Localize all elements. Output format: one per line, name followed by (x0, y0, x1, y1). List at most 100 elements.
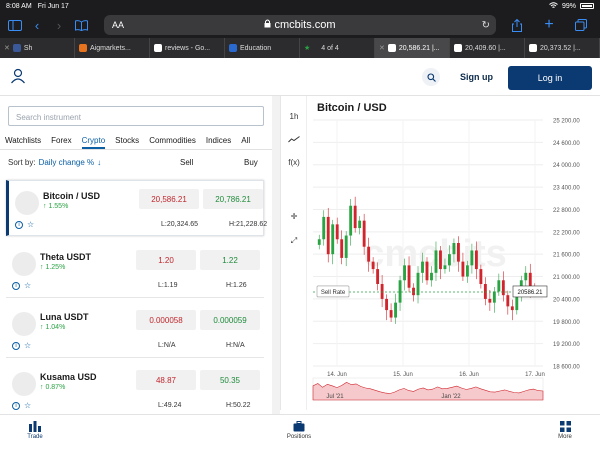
fullscreen-icon[interactable]: ⤢ (285, 236, 303, 246)
candle-body (403, 265, 406, 281)
back-icon[interactable]: ‹ (26, 14, 48, 36)
reload-icon[interactable]: ↻ (482, 20, 490, 31)
search-instrument-input[interactable]: Search instrument (8, 106, 264, 126)
candle-body (322, 216, 326, 240)
daily-change: ↑ 0.87% (40, 384, 66, 391)
login-button[interactable]: Log in (508, 66, 592, 90)
candle-body (443, 265, 447, 270)
favicon-icon (454, 44, 462, 52)
star-icon[interactable]: ☆ (24, 401, 31, 410)
y-tick-label: 25 200.00 (553, 119, 580, 125)
sell-price-button[interactable]: 20,586.21 (139, 189, 199, 209)
y-tick-label: 19 200.00 (553, 342, 580, 348)
tabs-overview-icon[interactable] (570, 14, 592, 36)
candle-body (376, 269, 380, 284)
fx-indicator-button[interactable]: f(x) (285, 158, 303, 167)
address-bar[interactable]: AA cmcbits.com ↻ (104, 15, 496, 35)
low-price: L:49.24 (158, 402, 182, 409)
forward-icon[interactable]: › (48, 14, 70, 36)
instrument-row[interactable]: Theta USDT ↑ 1.25% 1.20 1.22 i ☆ L:1.19 … (6, 242, 264, 298)
browser-tab[interactable]: Aigmarkets... (75, 38, 150, 58)
category-divider (0, 149, 272, 150)
nav-trade[interactable]: Trade (10, 421, 60, 440)
sell-price-button[interactable]: 1.20 (136, 250, 196, 270)
high-price: H:21,228.62 (229, 221, 268, 228)
user-icon[interactable] (10, 68, 26, 84)
instrument-row[interactable]: Luna USDT ↑ 1.04% 0.000058 0.000059 i ☆ … (6, 302, 264, 358)
signup-link[interactable]: Sign up (460, 72, 493, 82)
share-icon[interactable] (506, 14, 528, 36)
panel-divider (272, 96, 280, 414)
instrument-logo (12, 312, 36, 336)
instrument-name: Luna USDT (40, 312, 89, 322)
info-icon[interactable]: i (12, 402, 20, 410)
browser-tab[interactable]: 20,409.60 |... (450, 38, 525, 58)
sell-price-button[interactable]: 48.87 (136, 370, 196, 390)
crosshair-icon[interactable]: ✛ (285, 212, 303, 221)
favicon-icon (529, 44, 537, 52)
candle-body (425, 261, 429, 281)
instrument-row[interactable]: Bitcoin / USD ↑ 1.55% 20,586.21 20,786.2… (6, 180, 268, 236)
candle-body (461, 261, 465, 277)
bookmarks-icon[interactable] (70, 14, 92, 36)
tab-watchlists[interactable]: Watchlists (5, 136, 41, 149)
info-icon[interactable]: i (15, 221, 23, 229)
browser-tab[interactable]: ★ 4 of 4 (300, 38, 375, 58)
tab-stocks[interactable]: Stocks (115, 136, 139, 149)
tab-commodities[interactable]: Commodities (149, 136, 196, 149)
bar-chart-icon (29, 421, 41, 432)
instrument-row[interactable]: Kusama USD ↑ 0.87% 48.87 50.35 i ☆ L:49.… (6, 362, 264, 418)
candle-body (344, 235, 348, 258)
sidebar-toggle-icon[interactable] (4, 14, 26, 36)
browser-tab[interactable]: 20,373.52 |... (525, 38, 600, 58)
daily-change: ↑ 1.25% (40, 264, 66, 271)
candle-body (488, 298, 492, 303)
star-icon[interactable]: ☆ (24, 281, 31, 290)
candle-body (407, 265, 411, 288)
search-icon[interactable] (422, 68, 440, 86)
star-icon[interactable]: ☆ (27, 220, 34, 229)
reader-aa-button[interactable]: AA (112, 20, 124, 30)
candle-body (510, 306, 514, 311)
tab-all[interactable]: All (241, 136, 250, 149)
browser-tab[interactable]: reviews - Go... (150, 38, 225, 58)
x-tick-label: 15. Jun (393, 372, 413, 378)
instrument-logo (12, 252, 36, 276)
sort-label: Sort by: (8, 158, 36, 167)
buy-price-button[interactable]: 0.000059 (200, 310, 260, 330)
buy-price-button[interactable]: 20,786.21 (203, 189, 263, 209)
candle-body (358, 220, 362, 229)
nav-positions[interactable]: Positions (274, 421, 324, 440)
star-icon[interactable]: ☆ (24, 341, 31, 350)
google-icon (154, 44, 162, 52)
sort-arrow-down-icon[interactable]: ↓ (97, 158, 101, 167)
buy-price-button[interactable]: 1.22 (200, 250, 260, 270)
sell-header: Sell (180, 158, 194, 167)
instrument-logo (12, 372, 36, 396)
nav-more[interactable]: More (540, 421, 590, 440)
high-price: H:1.26 (226, 282, 247, 289)
tab-indices[interactable]: Indices (206, 136, 231, 149)
browser-tab-active[interactable]: ✕ 20,586.21 |... (375, 38, 450, 58)
tab-crypto[interactable]: Crypto (81, 136, 106, 149)
close-tab-icon[interactable]: ✕ (379, 44, 385, 52)
price-chart[interactable]: 25 200.00 24 600.00 24 000.00 23 400.00 22 8… (307, 116, 591, 408)
line-chart-icon[interactable] (285, 136, 303, 145)
info-icon[interactable]: i (12, 282, 20, 290)
instrument-logo (15, 191, 39, 215)
info-icon[interactable]: i (12, 342, 20, 350)
candle-body (385, 298, 389, 311)
sort-dropdown[interactable]: Daily change % (39, 158, 95, 167)
candle-body (430, 272, 433, 281)
sell-price-button[interactable]: 0.000058 (136, 310, 196, 330)
close-tab-icon[interactable]: ✕ (4, 44, 10, 52)
browser-tab[interactable]: ✕ Sh (0, 38, 75, 58)
browser-tab-strip: ✕ Sh Aigmarkets... reviews - Go... Educat… (0, 38, 600, 58)
tab-forex[interactable]: Forex (51, 136, 71, 149)
new-tab-icon[interactable]: + (538, 14, 560, 36)
browser-tab[interactable]: Education (225, 38, 300, 58)
timeframe-button[interactable]: 1h (285, 112, 303, 121)
browser-toolbar: ‹ › AA cmcbits.com ↻ + (0, 12, 600, 38)
candle-body (335, 224, 339, 240)
buy-price-button[interactable]: 50.35 (200, 370, 260, 390)
